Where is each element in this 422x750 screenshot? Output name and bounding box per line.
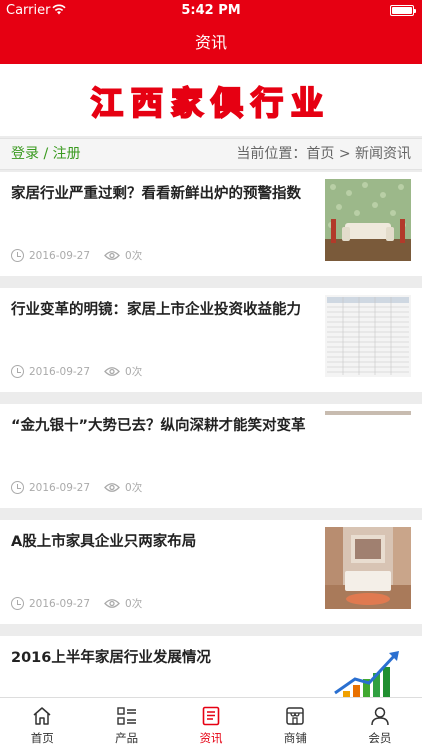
eye-icon bbox=[104, 367, 120, 376]
status-bar: Carrier 5:42 PM bbox=[0, 0, 422, 22]
location-label: 当前位置： bbox=[236, 146, 307, 162]
article-title[interactable]: A股上市家具企业只两家布局 bbox=[11, 532, 311, 552]
battery-icon bbox=[390, 5, 416, 16]
article-date: 2016-09-27 bbox=[29, 481, 91, 494]
tab-home[interactable]: 首页 bbox=[0, 698, 84, 750]
eye-icon bbox=[104, 251, 120, 260]
article-card[interactable]: 行业变革的明镜：家居上市企业投资收益能力 2016-09-27 0次 bbox=[0, 288, 422, 392]
article-thumbnail[interactable] bbox=[325, 527, 411, 609]
current-location: 当前位置：首页 > 新闻资讯 bbox=[236, 139, 411, 169]
article-views: 0次 bbox=[125, 250, 143, 262]
breadcrumb-arrow: > bbox=[338, 146, 351, 162]
tab-label: 资讯 bbox=[199, 731, 223, 745]
article-meta: 2016-09-27 0次 bbox=[11, 480, 142, 495]
tab-member[interactable]: 会员 bbox=[338, 698, 422, 750]
banner-logo: 江西家俱行业 bbox=[90, 83, 331, 122]
svg-text:江西家俱行业: 江西家俱行业 bbox=[91, 84, 331, 122]
clock-icon bbox=[11, 597, 24, 610]
tab-label: 会员 bbox=[368, 731, 392, 745]
eye-icon bbox=[104, 483, 120, 492]
article-thumbnail[interactable] bbox=[325, 295, 411, 377]
tab-news[interactable]: 资讯 bbox=[169, 698, 253, 750]
article-meta: 2016-09-27 0次 bbox=[11, 364, 142, 379]
article-date: 2016-09-27 bbox=[29, 597, 91, 610]
tab-products[interactable]: 产品 bbox=[84, 698, 168, 750]
article-card[interactable]: 家居行业严重过剩？看看新鲜出炉的预警指数 2016-09-27 0次 bbox=[0, 172, 422, 276]
breadcrumb-current: 新闻资讯 bbox=[355, 146, 411, 162]
store-icon bbox=[286, 707, 305, 725]
page-header: 资讯 bbox=[0, 22, 422, 64]
article-meta: 2016-09-27 0次 bbox=[11, 248, 142, 263]
user-icon bbox=[371, 707, 389, 726]
article-date: 2016-09-27 bbox=[29, 249, 91, 262]
article-views: 0次 bbox=[125, 598, 143, 610]
banner: 江西家俱行业 bbox=[0, 64, 422, 136]
tab-label: 产品 bbox=[115, 731, 139, 745]
article-title[interactable]: 家居行业严重过剩？看看新鲜出炉的预警指数 bbox=[11, 184, 311, 204]
article-views: 0次 bbox=[125, 366, 143, 378]
clock-icon bbox=[11, 481, 24, 494]
article-title[interactable]: “金九银十”大势已去？纵向深耕才能笑对变革 bbox=[11, 416, 311, 436]
link-separator: / bbox=[43, 146, 49, 162]
article-card[interactable]: A股上市家具企业只两家布局 2016-09-27 0次 bbox=[0, 520, 422, 624]
login-link[interactable]: 登录 bbox=[11, 146, 39, 162]
article-thumbnail[interactable] bbox=[325, 411, 411, 493]
article-date: 2016-09-27 bbox=[29, 365, 91, 378]
article-views: 0次 bbox=[125, 482, 143, 494]
tab-label: 商铺 bbox=[283, 731, 307, 745]
home-icon bbox=[33, 707, 51, 725]
article-card[interactable]: “金九银十”大势已去？纵向深耕才能笑对变革 2016-09-27 0次 bbox=[0, 404, 422, 508]
breadcrumb: 登录 / 注册 当前位置：首页 > 新闻资讯 bbox=[0, 138, 422, 170]
tab-stores[interactable]: 商铺 bbox=[253, 698, 337, 750]
eye-icon bbox=[104, 599, 120, 608]
clock-icon bbox=[11, 249, 24, 262]
page-title: 资讯 bbox=[194, 33, 227, 52]
article-thumbnail[interactable] bbox=[325, 179, 411, 261]
register-link[interactable]: 注册 bbox=[53, 146, 81, 162]
article-title[interactable]: 2016上半年家居行业发展情况 bbox=[11, 648, 311, 668]
article-meta: 2016-09-27 0次 bbox=[11, 596, 142, 611]
login-register: 登录 / 注册 bbox=[11, 139, 81, 169]
bottom-tab-bar: 首页 产品 资讯 商铺 会员 bbox=[0, 697, 422, 750]
status-time: 5:42 PM bbox=[181, 3, 241, 18]
breadcrumb-home-link[interactable]: 首页 bbox=[306, 146, 334, 162]
clock-icon bbox=[11, 365, 24, 378]
article-title[interactable]: 行业变革的明镜：家居上市企业投资收益能力 bbox=[11, 300, 311, 320]
tab-label: 首页 bbox=[30, 731, 54, 745]
grid-list-icon bbox=[116, 707, 136, 725]
document-icon bbox=[202, 706, 220, 726]
